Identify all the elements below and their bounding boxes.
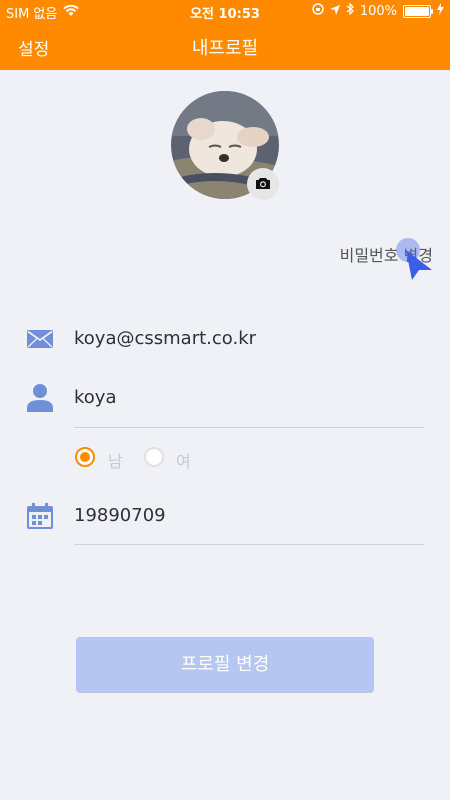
update-profile-button[interactable]: 프로필 변경 [76,637,374,693]
pointer-cursor-icon [404,248,434,286]
status-bar: SIM 없음 오전 10:53 100% [0,0,450,22]
name-field-underline [74,427,424,428]
name-field[interactable]: koya [74,387,116,408]
gender-female-radio[interactable] [144,447,164,467]
location-icon [329,4,340,19]
mail-icon [27,330,53,352]
gender-male-radio[interactable] [75,447,95,467]
birthdate-field[interactable]: 19890709 [74,505,166,526]
birthdate-field-underline [74,544,424,545]
gender-female-label: 여 [176,452,191,471]
battery-icon [403,4,433,18]
calendar-icon [27,503,53,533]
change-photo-button[interactable] [247,168,279,200]
gender-male-label: 남 [108,452,123,471]
email-field[interactable]: koya@cssmart.co.kr [74,328,256,349]
nav-bar: 설정 내프로필 [0,22,450,70]
bluetooth-icon [346,2,354,19]
battery-percent: 100% [359,3,397,19]
user-icon [27,384,53,416]
page-title: 내프로필 [191,38,259,59]
camera-icon [255,175,271,194]
orientation-lock-icon [312,3,324,19]
charging-icon [437,3,444,19]
